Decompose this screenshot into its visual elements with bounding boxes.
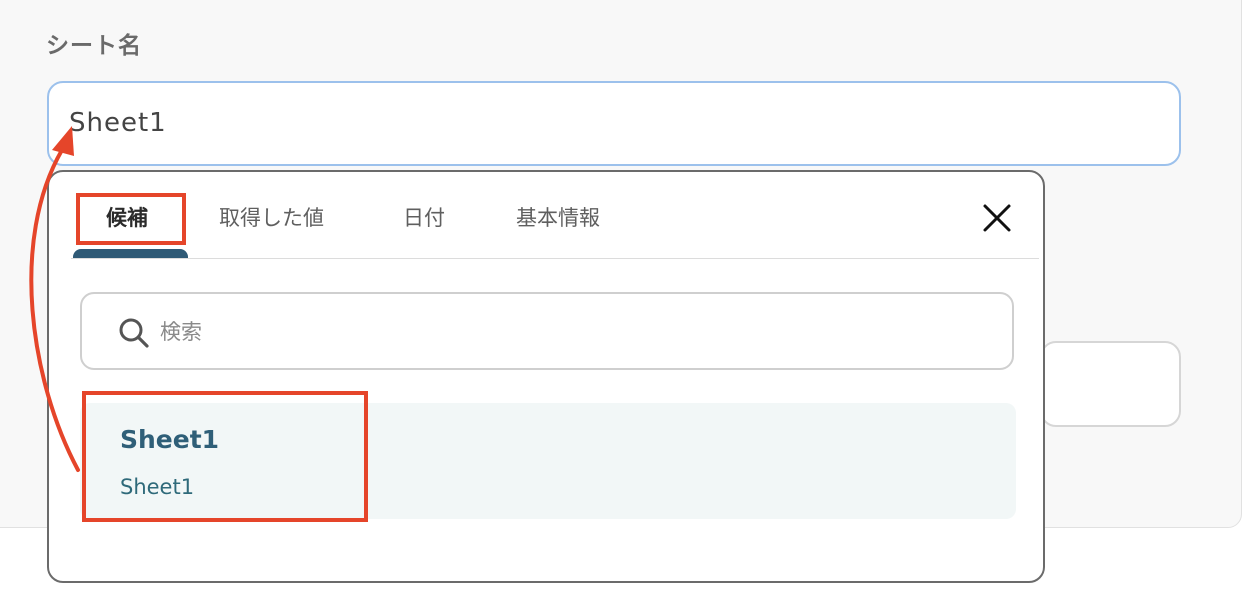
search-box	[80, 292, 1014, 370]
tab-divider	[71, 258, 1039, 259]
suggestion-popup: 候補 取得した値 日付 基本情報 Sheet1 Sheet1	[47, 170, 1045, 583]
tab-date[interactable]: 日付	[403, 202, 445, 232]
tab-basic-info[interactable]: 基本情報	[516, 202, 600, 232]
sheet-name-value: Sheet1	[69, 108, 167, 138]
search-input[interactable]	[158, 308, 962, 356]
stage: シート名 Sheet1 候補 取得した値 日付 基本情報 検索 Sheet1 S…	[0, 0, 1256, 606]
close-icon[interactable]	[982, 203, 1012, 233]
result-subtitle: Sheet1	[120, 475, 195, 499]
sheet-name-input[interactable]: Sheet1	[47, 81, 1181, 166]
tab-retrieved-values[interactable]: 取得した値	[219, 202, 324, 232]
background-input-field[interactable]	[1040, 341, 1181, 427]
sheet-name-label: シート名	[46, 33, 142, 59]
search-icon	[118, 317, 150, 349]
result-title: Sheet1	[120, 425, 220, 454]
tab-candidates[interactable]: 候補	[106, 202, 148, 232]
result-item-sheet1[interactable]: Sheet1 Sheet1	[80, 403, 1016, 519]
